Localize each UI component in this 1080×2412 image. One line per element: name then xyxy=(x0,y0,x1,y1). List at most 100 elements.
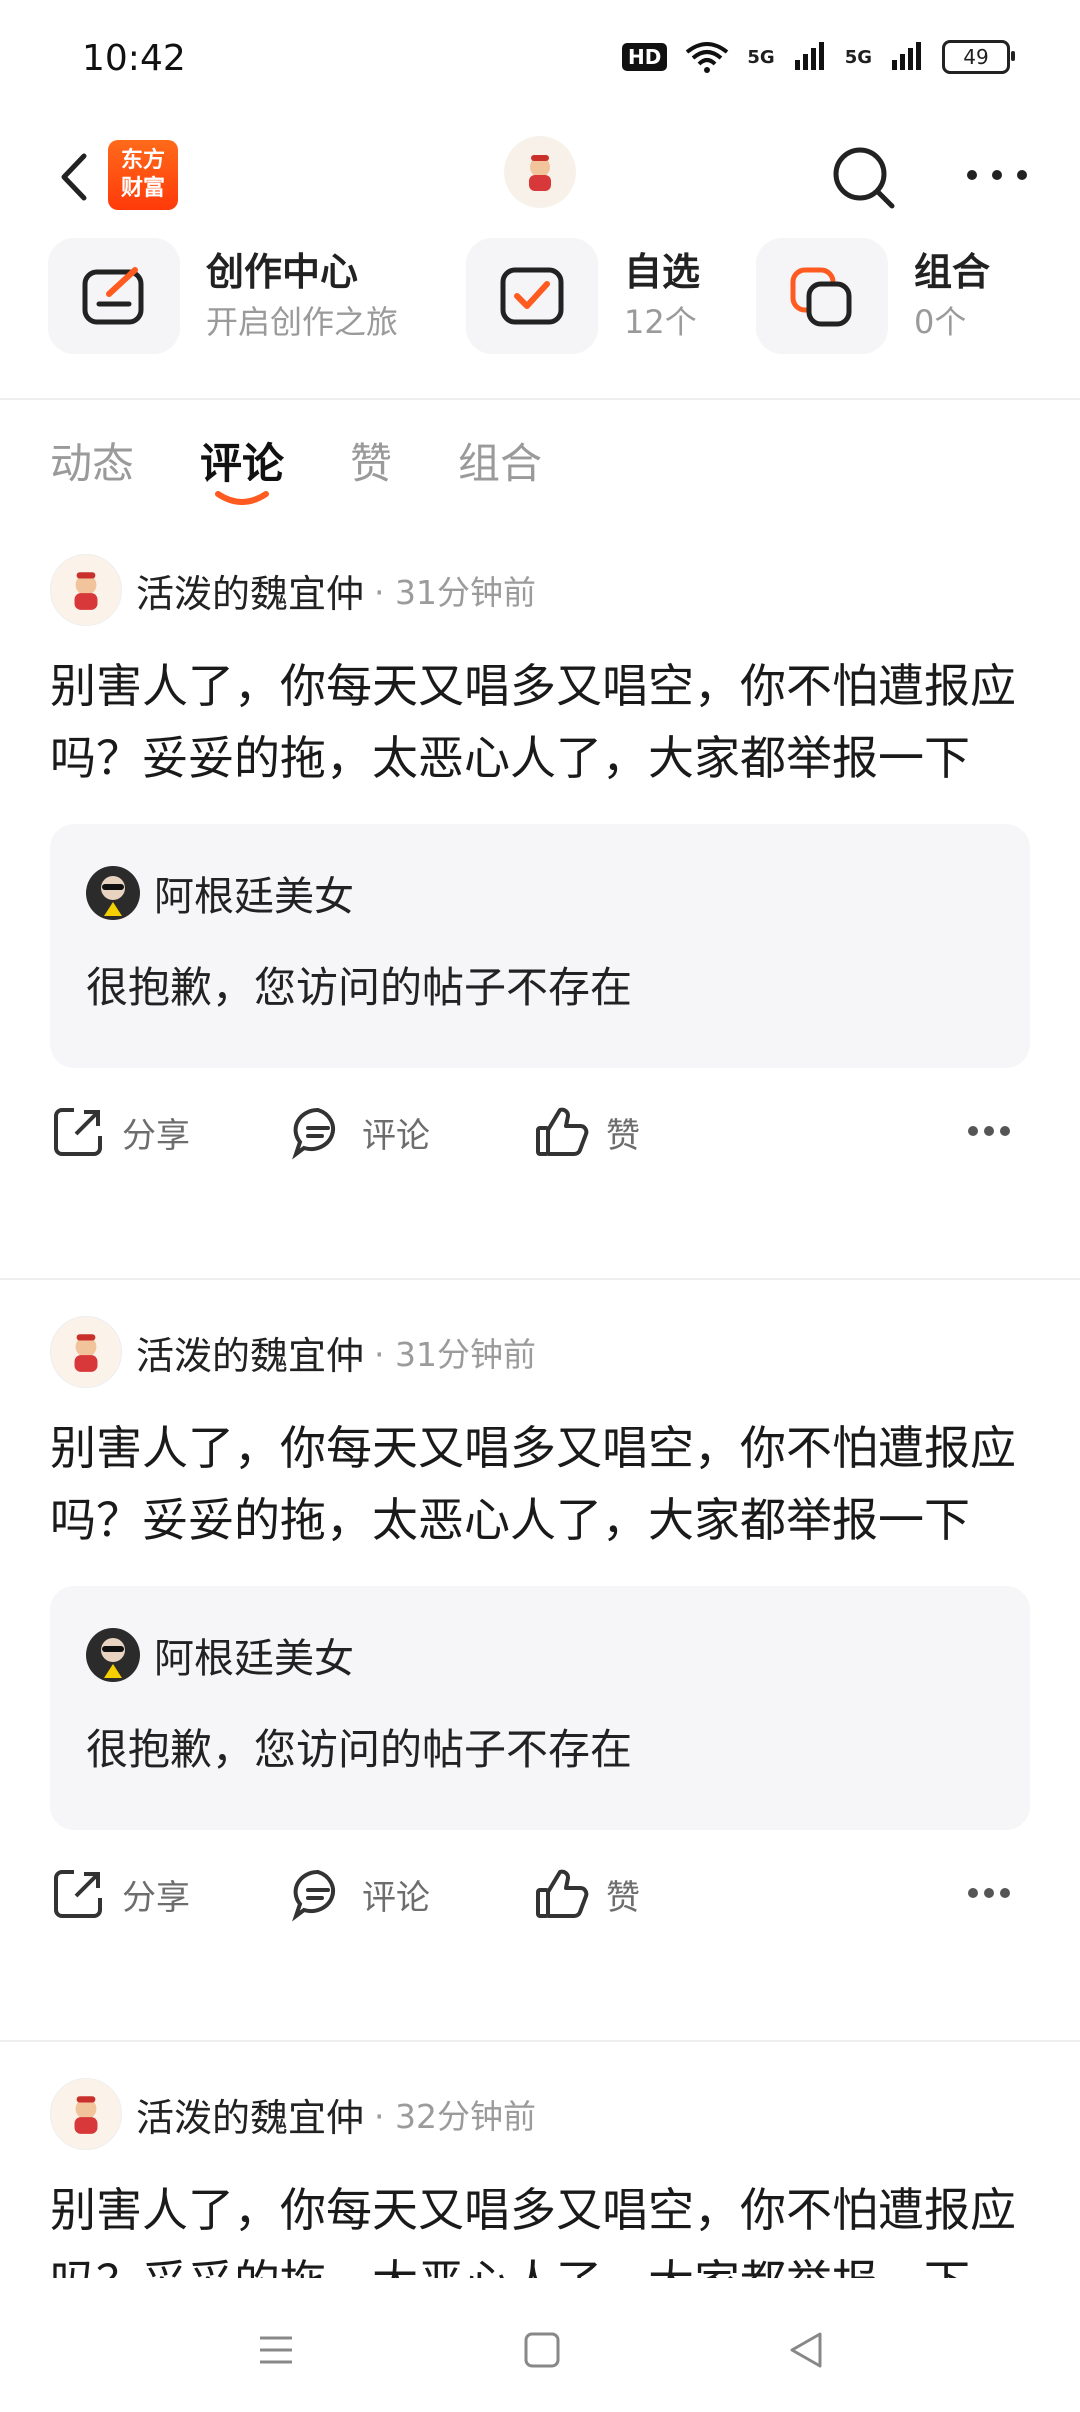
action-bar: 分享 评论 赞 xyxy=(50,1104,1030,1174)
post-text: 别害人了，你每天又唱多又唱空，你不怕遭报应吗？妥妥的拖，太恶心人了，大家都举报一… xyxy=(50,2183,1016,2278)
mascot-icon xyxy=(74,2096,98,2134)
creation-center-card[interactable]: 创作中心 开启创作之旅 xyxy=(48,238,398,354)
logo-line2: 财富 xyxy=(120,176,165,201)
post-divider xyxy=(0,2040,1080,2042)
post-header: 活泼的魏宜仲 · 32分钟前 xyxy=(50,2078,536,2150)
quick-access-row: 创作中心 开启创作之旅 自选 12个 组合 0个 xyxy=(0,238,1080,398)
share-button[interactable]: 分享 xyxy=(50,1866,190,1922)
quick-sub: 0个 xyxy=(914,303,967,341)
portfolio-card[interactable]: 组合 0个 xyxy=(756,238,990,354)
search-icon[interactable] xyxy=(826,140,902,216)
quoted-post[interactable]: 阿根廷美女 很抱歉，您访问的帖子不存在 xyxy=(50,824,1030,1068)
comment-post[interactable]: 活泼的魏宜仲 · 31分钟前 别害人了，你每天又唱多又唱空，你不怕遭报应吗？妥妥… xyxy=(0,1316,1080,2036)
avatar[interactable] xyxy=(50,2078,122,2150)
tab-comments-label: 评论 xyxy=(200,439,285,488)
quoted-post[interactable]: 阿根廷美女 很抱歉，您访问的帖子不存在 xyxy=(50,1586,1030,1830)
avatar xyxy=(86,1628,140,1682)
back-icon[interactable] xyxy=(44,142,114,212)
more-icon[interactable] xyxy=(966,1124,1012,1138)
signal-5g-label-2: 5G xyxy=(844,46,872,68)
quick-sub: 12个 xyxy=(624,303,697,341)
post-time: · 32分钟前 xyxy=(374,2097,536,2136)
post-divider xyxy=(0,1278,1080,1280)
share-label: 分享 xyxy=(122,1877,190,1918)
checkbox-icon xyxy=(500,267,564,325)
quick-sub: 开启创作之旅 xyxy=(206,303,399,341)
logo-line1: 东方 xyxy=(120,148,165,173)
share-icon xyxy=(54,1108,102,1156)
post-time: · 31分钟前 xyxy=(374,573,536,612)
home-icon[interactable] xyxy=(512,2320,572,2380)
comment-icon xyxy=(292,1107,336,1160)
section-divider xyxy=(0,398,1080,400)
share-button[interactable]: 分享 xyxy=(50,1104,190,1160)
back-triangle-icon[interactable] xyxy=(778,2320,838,2380)
author-name[interactable]: 活泼的魏宜仲 xyxy=(136,563,364,618)
share-label: 分享 xyxy=(122,1115,190,1156)
quick-title: 组合 xyxy=(914,250,991,294)
author-name[interactable]: 活泼的魏宜仲 xyxy=(136,1325,364,1380)
tab-portfolio[interactable]: 组合 xyxy=(458,430,542,491)
comment-button[interactable]: 评论 xyxy=(290,1104,430,1160)
hd-icon: HD xyxy=(622,43,668,71)
status-bar: 10:42 HD 5G 5G 49 xyxy=(0,0,1080,120)
quoted-text: 很抱歉，您访问的帖子不存在 xyxy=(86,1725,633,1774)
top-nav: 东方 财富 xyxy=(0,120,1080,240)
post-text: 别害人了，你每天又唱多又唱空，你不怕遭报应吗？妥妥的拖，太恶心人了，大家都举报一… xyxy=(50,1421,1016,1547)
quoted-user: 阿根廷美女 xyxy=(86,864,354,922)
thumbs-up-icon xyxy=(536,1869,589,1918)
watchlist-card[interactable]: 自选 12个 xyxy=(466,238,700,354)
comment-label: 评论 xyxy=(362,1877,430,1918)
quoted-user-name: 阿根廷美女 xyxy=(154,1636,354,1682)
action-bar: 分享 评论 赞 xyxy=(50,1866,1030,1936)
comment-label: 评论 xyxy=(362,1115,430,1156)
creation-center-icon-box xyxy=(48,238,180,354)
post-text: 别害人了，你每天又唱多又唱空，你不怕遭报应吗？妥妥的拖，太恶心人了，大家都举报一… xyxy=(50,659,1016,785)
app-logo[interactable]: 东方 财富 xyxy=(108,140,178,210)
tab-dynamics[interactable]: 动态 xyxy=(50,430,134,491)
more-icon[interactable] xyxy=(966,1886,1012,1900)
user-avatar[interactable] xyxy=(504,136,576,208)
like-button[interactable]: 赞 xyxy=(534,1866,640,1922)
post-header: 活泼的魏宜仲 · 31分钟前 xyxy=(50,554,536,626)
quoted-user: 阿根廷美女 xyxy=(86,1626,354,1684)
edit-icon xyxy=(82,267,144,325)
tab-likes[interactable]: 赞 xyxy=(350,430,392,491)
thumbs-up-icon xyxy=(536,1107,589,1156)
comment-post[interactable]: 活泼的魏宜仲 · 32分钟前 别害人了，你每天又唱多又唱空，你不怕遭报应吗？妥妥… xyxy=(0,2078,1080,2278)
like-label: 赞 xyxy=(606,1115,640,1156)
comment-post[interactable]: 活泼的魏宜仲 · 31分钟前 别害人了，你每天又唱多又唱空，你不怕遭报应吗？妥妥… xyxy=(0,554,1080,1274)
menu-icon[interactable] xyxy=(246,2320,306,2380)
watchlist-icon-box xyxy=(466,238,598,354)
mascot-icon xyxy=(529,155,551,191)
quick-title: 创作中心 xyxy=(206,250,359,294)
user-photo-icon xyxy=(101,876,125,916)
like-button[interactable]: 赞 xyxy=(534,1104,640,1160)
avatar[interactable] xyxy=(50,1316,122,1388)
tab-comments[interactable]: 评论 xyxy=(200,430,285,505)
comment-button[interactable]: 评论 xyxy=(290,1866,430,1922)
share-icon xyxy=(54,1870,102,1918)
user-photo-icon xyxy=(101,1638,125,1678)
avatar[interactable] xyxy=(50,554,122,626)
status-time: 10:42 xyxy=(82,38,186,79)
like-label: 赞 xyxy=(606,1877,640,1918)
quoted-user-name: 阿根廷美女 xyxy=(154,874,354,920)
avatar xyxy=(86,866,140,920)
tab-bar: 动态 评论 赞 组合 xyxy=(50,430,542,505)
signal-icon xyxy=(794,42,824,70)
signal-5g-label-1: 5G xyxy=(747,46,775,68)
post-time: · 31分钟前 xyxy=(374,1335,536,1374)
comment-icon xyxy=(292,1869,336,1922)
battery-level: 49 xyxy=(963,45,989,69)
mascot-icon xyxy=(74,572,98,610)
more-icon[interactable] xyxy=(962,160,1032,190)
post-header: 活泼的魏宜仲 · 31分钟前 xyxy=(50,1316,536,1388)
status-icons: HD 5G 5G 49 xyxy=(622,40,1015,74)
author-name[interactable]: 活泼的魏宜仲 xyxy=(136,2087,364,2142)
tab-active-indicator xyxy=(215,491,270,505)
wifi-icon xyxy=(686,42,729,73)
signal-icon-2 xyxy=(892,42,921,70)
quick-title: 自选 xyxy=(624,250,701,294)
mascot-icon xyxy=(74,1334,98,1372)
